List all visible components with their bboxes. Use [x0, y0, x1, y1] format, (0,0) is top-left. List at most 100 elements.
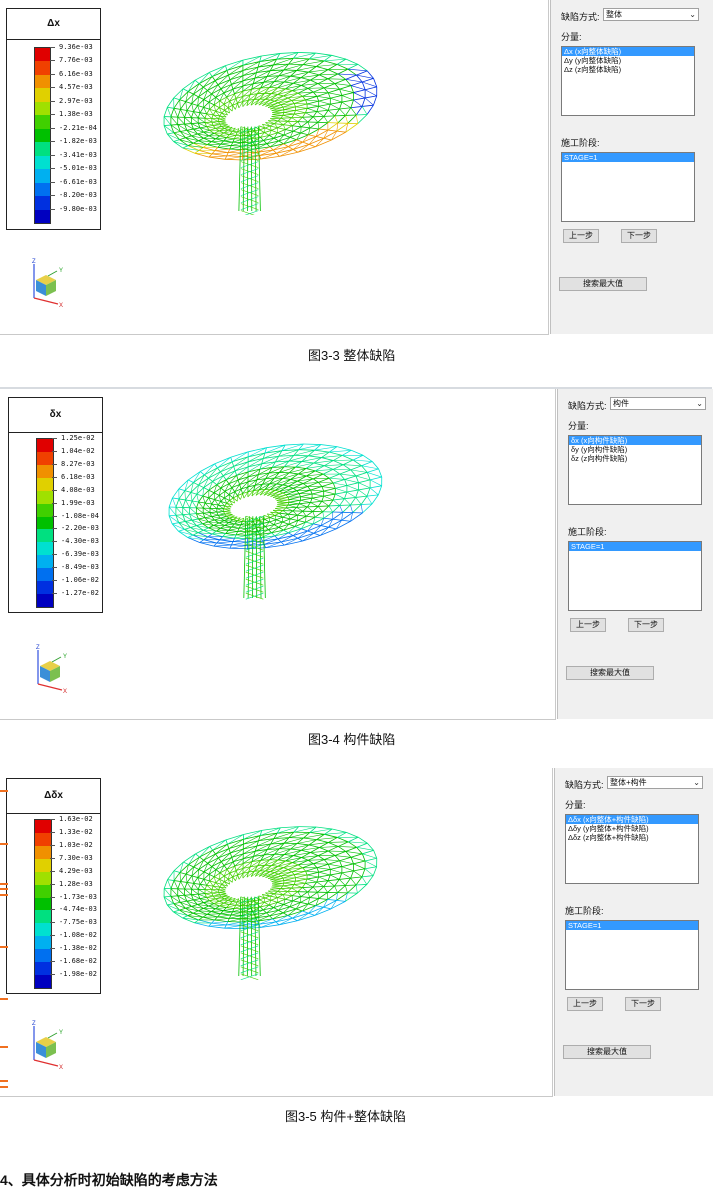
- mesh-diagonal-member: [299, 504, 307, 507]
- legend-tick-mark: [50, 209, 55, 210]
- mesh-diagonal-member: [351, 878, 356, 885]
- search-max-button[interactable]: 搜索最大值: [563, 1045, 651, 1059]
- mesh-radial-member: [299, 503, 310, 504]
- mesh-ring-member: [316, 66, 328, 69]
- defect-mode-select[interactable]: 整体+构件⌄: [607, 776, 703, 789]
- stage-item[interactable]: STAGE=1: [566, 921, 698, 930]
- mesh-ring-member: [169, 498, 172, 507]
- mesh-ring-member: [217, 543, 232, 545]
- component-item[interactable]: δx (x向构件缺陷): [569, 436, 701, 445]
- stage-item[interactable]: STAGE=1: [562, 153, 694, 162]
- mesh-diagonal-member: [328, 110, 335, 116]
- canopy-model[interactable]: [165, 437, 395, 602]
- mesh-ring-member: [219, 116, 220, 119]
- mesh-ring-member: [333, 505, 340, 512]
- mesh-diagonal-member: [215, 70, 227, 80]
- mesh-ring-member: [343, 465, 351, 470]
- mesh-radial-member: [248, 902, 250, 905]
- mesh-radial-member: [204, 130, 210, 132]
- mesh-ring-member: [229, 523, 235, 524]
- mesh-ring-member: [204, 102, 209, 107]
- mesh-diagonal-member: [324, 465, 343, 466]
- mesh-radial-member: [283, 913, 288, 916]
- mesh-radial-member: [265, 527, 268, 530]
- mesh-radial-member: [270, 518, 276, 520]
- mesh-ring-member: [288, 142, 302, 147]
- defect-mode-select[interactable]: 构件⌄: [610, 397, 706, 410]
- mesh-ring-member: [270, 872, 274, 873]
- legend-tick-label: -8.20e-03: [59, 191, 97, 199]
- mesh-radial-member: [342, 864, 354, 867]
- model-viewport[interactable]: Δδx 1.63e-021.33e-021.03e-027.30e-034.29…: [0, 768, 553, 1097]
- mesh-radial-member: [224, 865, 227, 869]
- component-item[interactable]: Δδy (y向整体+构件缺陷): [566, 824, 698, 833]
- mesh-diagonal-member: [313, 117, 318, 122]
- component-item[interactable]: δz (z向构件缺陷): [569, 454, 701, 463]
- search-max-button[interactable]: 搜索最大值: [559, 277, 647, 291]
- construction-stage-list[interactable]: STAGE=1: [568, 541, 702, 611]
- previous-step-button[interactable]: 上一步: [570, 618, 606, 632]
- chevron-down-icon[interactable]: ⌄: [693, 777, 700, 788]
- legend-swatch: [35, 48, 50, 61]
- component-item[interactable]: δy (y向构件缺陷): [569, 445, 701, 454]
- component-list[interactable]: δx (x向构件缺陷)δy (y向构件缺陷)δz (z向构件缺陷): [568, 435, 702, 505]
- component-list[interactable]: Δδx (x向整体+构件缺陷)Δδy (y向整体+构件缺陷)Δδz (z向整体+…: [565, 814, 699, 884]
- legend-swatch: [35, 962, 51, 975]
- mesh-diagonal-member: [187, 110, 191, 117]
- legend-tick-mark: [52, 593, 57, 594]
- next-step-button[interactable]: 下一步: [621, 229, 657, 243]
- component-list[interactable]: Δx (x向整体缺陷)Δy (y向整体缺陷)Δz (z向整体缺陷): [561, 46, 695, 116]
- mesh-diagonal-member: [183, 507, 190, 514]
- mesh-radial-member: [354, 98, 366, 100]
- search-max-button[interactable]: 搜索最大值: [566, 666, 654, 680]
- construction-stage-list[interactable]: STAGE=1: [565, 920, 699, 990]
- stage-item[interactable]: STAGE=1: [569, 542, 701, 551]
- chevron-down-icon[interactable]: ⌄: [696, 398, 703, 409]
- chevron-down-icon[interactable]: ⌄: [689, 9, 696, 20]
- next-step-button[interactable]: 下一步: [625, 997, 661, 1011]
- component-item[interactable]: Δδz (z向整体+构件缺陷): [566, 833, 698, 842]
- mesh-diagonal-member: [340, 861, 354, 864]
- mesh-ring-member: [228, 130, 232, 131]
- mesh-radial-member: [219, 892, 226, 893]
- mesh-radial-member: [324, 518, 333, 519]
- component-item[interactable]: Δz (z向整体缺陷): [562, 65, 694, 74]
- mesh-ring-member: [310, 122, 318, 128]
- mesh-radial-member: [278, 910, 283, 913]
- mesh-radial-member: [232, 488, 235, 492]
- component-item[interactable]: Δx (x向整体缺陷): [562, 47, 694, 56]
- model-viewport[interactable]: Δx 9.36e-037.76e-036.16e-034.57e-032.97e…: [0, 0, 549, 335]
- legend-tick-mark: [50, 60, 55, 61]
- z-axis-label: Z: [32, 259, 36, 265]
- mesh-ring-member: [298, 865, 302, 868]
- mesh-radial-member: [167, 133, 174, 134]
- model-viewport[interactable]: δx 1.25e-021.04e-028.27e-036.18e-034.08e…: [0, 389, 556, 720]
- mesh-ring-member: [328, 851, 335, 855]
- mesh-diagonal-member: [198, 118, 205, 123]
- mesh-ring-member: [231, 452, 249, 457]
- mesh-diagonal-member: [185, 500, 189, 508]
- mesh-ring-member: [265, 518, 270, 520]
- next-step-button[interactable]: 下一步: [628, 618, 664, 632]
- component-item[interactable]: Δδx (x向整体+构件缺陷): [566, 815, 698, 824]
- mesh-diagonal-member: [164, 888, 171, 896]
- construction-stage-list[interactable]: STAGE=1: [561, 152, 695, 222]
- mesh-radial-member: [284, 144, 289, 147]
- mesh-radial-member: [351, 106, 362, 107]
- defect-mode-select[interactable]: 整体⌄: [603, 8, 699, 21]
- legend-swatches: [34, 47, 51, 224]
- previous-step-button[interactable]: 上一步: [567, 997, 603, 1011]
- component-item[interactable]: Δy (y向整体缺陷): [562, 56, 694, 65]
- mesh-radial-member: [272, 886, 283, 887]
- mesh-ring-member: [281, 105, 283, 107]
- canopy-model[interactable]: [160, 820, 390, 980]
- mesh-radial-member: [187, 129, 194, 130]
- mesh-ring-member: [225, 525, 232, 527]
- legend-swatch: [35, 156, 50, 169]
- mesh-diagonal-member: [317, 868, 330, 870]
- mesh-ring-member: [303, 444, 320, 445]
- canopy-model[interactable]: [160, 45, 390, 215]
- previous-step-button[interactable]: 上一步: [563, 229, 599, 243]
- legend-title: δx: [9, 398, 102, 433]
- mesh-radial-member: [274, 908, 279, 911]
